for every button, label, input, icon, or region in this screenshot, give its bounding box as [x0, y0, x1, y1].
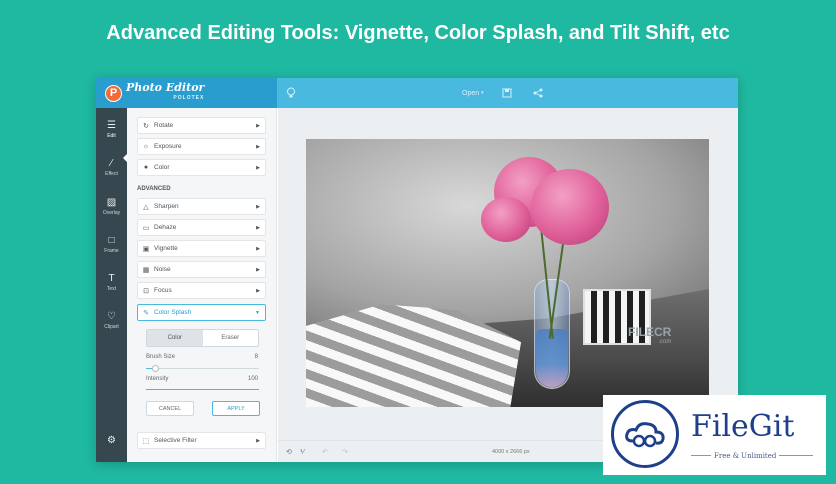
hydrangea-bloom [481, 197, 531, 242]
rail-item-clipart[interactable]: ♡ Clipart [96, 311, 127, 330]
tool-label: Exposure [154, 143, 182, 150]
tool-selective-filter[interactable]: ⬚ Selective Filter ▶ [137, 432, 266, 449]
chevron-right-icon: ▶ [256, 203, 260, 210]
share-icon[interactable] [533, 78, 543, 108]
hydrangea-bloom [531, 169, 609, 245]
open-menu[interactable]: Open ▾ [462, 78, 484, 108]
dehaze-icon: ▭ [142, 224, 150, 232]
chevron-right-icon: ▶ [256, 437, 260, 444]
chevron-right-icon: ▶ [256, 143, 260, 150]
tool-vignette[interactable]: ▣ Vignette ▶ [137, 240, 266, 257]
image-dimensions: 4000 x 2666 px [492, 449, 530, 455]
text-icon: T [108, 273, 115, 284]
intensity-slider[interactable] [146, 389, 259, 390]
heart-icon: ♡ [107, 311, 116, 322]
logo-subtitle: POLOTEX [173, 95, 205, 101]
compare-icon[interactable]: ⅟ [300, 441, 304, 463]
brand-tagline: Free & Unlimited [711, 452, 780, 460]
rail-label: Overlay [102, 210, 121, 216]
open-label: Open [462, 89, 480, 97]
chevron-right-icon: ▶ [256, 164, 260, 171]
chevron-down-icon: ▾ [481, 90, 484, 96]
tool-label: Noise [154, 266, 171, 273]
intensity-value: 100 [247, 376, 258, 382]
tool-exposure[interactable]: ☼ Exposure ▶ [137, 138, 266, 155]
chevron-right-icon: ▶ [256, 287, 260, 294]
tool-rotate[interactable]: ↻ Rotate ▶ [137, 117, 266, 134]
sliders-icon: ☰ [107, 120, 116, 131]
rotate-icon: ↻ [143, 122, 149, 130]
section-label-advanced: ADVANCED [137, 186, 171, 192]
undo-icon[interactable]: ↶ [322, 441, 328, 463]
droplet-icon: ● [143, 164, 149, 171]
watermark: FILECR .com [628, 325, 672, 345]
cancel-button[interactable]: CANCEL [146, 401, 194, 416]
adjust-panel: ↻ Rotate ▶ ☼ Exposure ▶ ● Color ▶ ADVANC… [127, 108, 277, 462]
rail-label: Edit [107, 133, 116, 139]
rail-label: Text [106, 286, 117, 292]
brush-size-label: Brush Size [146, 354, 176, 360]
rail-item-frame[interactable]: □ Frame [96, 235, 127, 254]
chevron-right-icon: ▶ [256, 122, 260, 129]
chevron-down-icon: ▼ [255, 309, 260, 316]
app-logo[interactable]: P Photo Editor POLOTEX [96, 78, 277, 108]
mode-color-tab[interactable]: Color [147, 330, 203, 346]
rail-label: Clipart [104, 324, 119, 330]
logo-badge-icon: P [105, 84, 122, 102]
intensity-label: Intensity [146, 376, 169, 382]
chevron-right-icon: ▶ [256, 224, 260, 231]
edited-photo[interactable]: FILECR .com [306, 139, 709, 407]
tool-label: Rotate [154, 122, 174, 129]
settings-gear[interactable]: ⚙ [96, 435, 127, 448]
tool-label: Sharpen [154, 203, 179, 210]
rail-item-text[interactable]: T Text [96, 273, 127, 292]
tool-dehaze[interactable]: ▭ Dehaze ▶ [137, 219, 266, 236]
selection-icon: ⬚ [142, 437, 150, 445]
promo-headline: Advanced Editing Tools: Vignette, Color … [106, 22, 730, 44]
sun-icon: ☼ [142, 143, 150, 150]
gear-icon: ⚙ [107, 435, 116, 446]
slider-knob[interactable] [152, 365, 160, 372]
rail-label: Frame [104, 248, 119, 254]
tool-color-splash[interactable]: ✎ Color Splash ▼ [137, 304, 266, 321]
mode-eraser-tab[interactable]: Eraser [203, 330, 259, 346]
tool-rail: ☰ Edit ⁄ Effect ▨ Overlay □ Frame T Text… [96, 108, 127, 462]
brand-name: FileGit [691, 409, 795, 444]
tool-noise[interactable]: ▦ Noise ▶ [137, 261, 266, 278]
rail-label: Effect [105, 171, 118, 177]
cloud-download-icon [611, 400, 679, 468]
rail-item-edit[interactable]: ☰ Edit [96, 120, 127, 139]
redo-icon[interactable]: ↷ [342, 441, 348, 463]
save-icon[interactable] [502, 78, 512, 108]
vignette-icon: ▣ [142, 245, 150, 253]
tool-label: Color [154, 164, 170, 171]
triangle-icon: △ [143, 203, 149, 211]
tool-focus[interactable]: ⊡ Focus ▶ [137, 282, 266, 299]
brush-size-value: 8 [254, 354, 258, 360]
tool-label: Vignette [154, 245, 178, 252]
chevron-right-icon: ▶ [256, 245, 260, 252]
chevron-right-icon: ▶ [256, 266, 260, 273]
top-toolbar: P Photo Editor POLOTEX Open ▾ [96, 78, 738, 108]
canvas-area: FILECR .com [278, 108, 738, 440]
grid-icon: ▦ [142, 266, 150, 274]
brush-icon: ✎ [143, 309, 149, 317]
brand-badge: FileGit Free & Unlimited [603, 395, 826, 475]
brush-size-slider[interactable] [146, 365, 259, 372]
tool-label: Selective Filter [154, 437, 197, 444]
lightbulb-icon[interactable] [286, 78, 296, 108]
tool-sharpen[interactable]: △ Sharpen ▶ [137, 198, 266, 215]
splash-mode-toggle: Color Eraser [146, 329, 259, 347]
reset-icon[interactable]: ⟲ [286, 441, 292, 463]
apply-button[interactable]: APPLY [212, 401, 260, 416]
rail-item-overlay[interactable]: ▨ Overlay [96, 197, 127, 216]
focus-icon: ⊡ [143, 287, 149, 295]
tool-color[interactable]: ● Color ▶ [137, 159, 266, 176]
tool-label: Focus [154, 287, 172, 294]
frame-icon: □ [108, 235, 115, 246]
tool-label: Color Splash [154, 309, 192, 316]
tool-label: Dehaze [154, 224, 177, 231]
overlay-icon: ▨ [106, 197, 117, 208]
slider-fill [146, 389, 259, 390]
